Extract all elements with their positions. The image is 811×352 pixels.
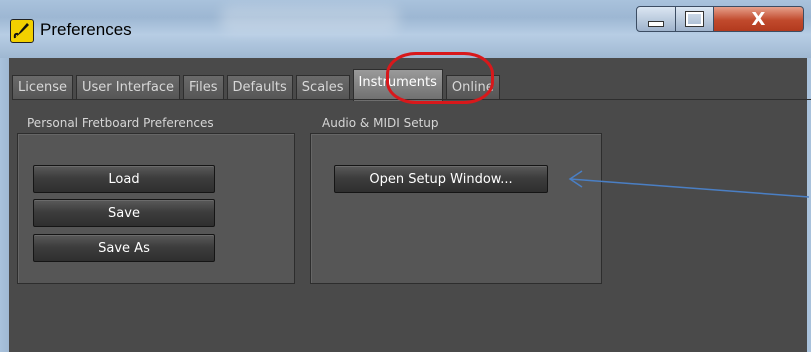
tab-bar: License User Interface Files Defaults Sc…	[12, 69, 503, 101]
tab-user-interface[interactable]: User Interface	[76, 75, 180, 100]
audio-midi-group	[310, 133, 602, 284]
maximize-button[interactable]	[676, 6, 714, 32]
personal-prefs-title: Personal Fretboard Preferences	[27, 116, 214, 130]
minimize-button[interactable]	[636, 6, 676, 32]
maximize-icon	[685, 11, 704, 27]
load-button[interactable]: Load	[33, 165, 215, 193]
tab-files[interactable]: Files	[182, 75, 224, 100]
annotation-arrow	[568, 170, 810, 198]
close-icon: X	[751, 8, 766, 30]
minimize-icon	[648, 21, 664, 27]
window-border-right	[807, 58, 811, 352]
tab-license[interactable]: License	[12, 75, 74, 100]
tab-defaults[interactable]: Defaults	[226, 75, 293, 100]
audio-midi-title: Audio & MIDI Setup	[322, 116, 439, 130]
tab-online[interactable]: Online	[445, 75, 500, 100]
tab-divider	[12, 99, 811, 100]
save-button[interactable]: Save	[33, 199, 215, 227]
tab-scales[interactable]: Scales	[295, 75, 350, 100]
app-icon[interactable]	[10, 19, 34, 43]
close-button[interactable]: X	[714, 6, 804, 32]
title-bar: Preferences X	[0, 0, 811, 58]
open-setup-window-button[interactable]: Open Setup Window...	[334, 165, 548, 193]
tab-instruments[interactable]: Instruments	[352, 69, 443, 101]
window-title: Preferences	[40, 20, 132, 39]
save-as-button[interactable]: Save As	[33, 234, 215, 262]
window-border-left	[0, 58, 9, 352]
